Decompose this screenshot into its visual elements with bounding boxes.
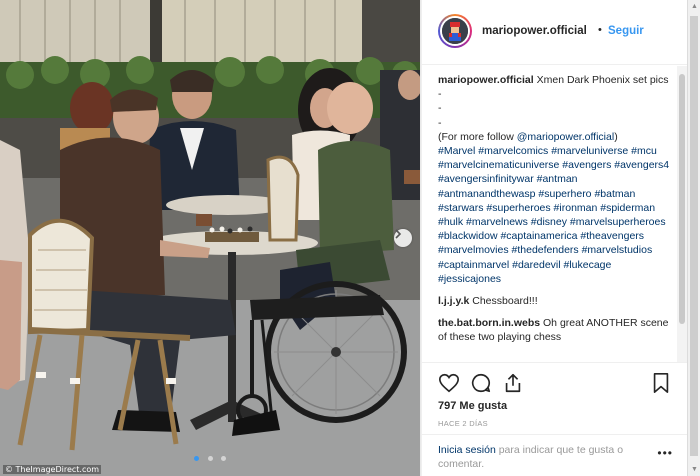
chevron-right-icon xyxy=(395,229,402,239)
comment-item: the.bat.born.in.webs Oh great ANOTHER sc… xyxy=(438,316,671,344)
photo-scene xyxy=(0,0,420,476)
caption-username-link[interactable]: mariopower.official xyxy=(438,74,534,86)
page-scrollbar-thumb[interactable] xyxy=(690,16,698,456)
post-caption: mariopower.official Xmen Dark Phoenix se… xyxy=(438,73,671,286)
comments-scrollbar[interactable] xyxy=(677,66,687,362)
post-viewer: © TheImageDirect.com mariopower.official… xyxy=(0,0,700,476)
caption-follow-note: (For more follow @mariopower.official) xyxy=(438,130,671,144)
comment-text: Chessboard!!! xyxy=(472,295,538,308)
header-separator: • xyxy=(598,24,602,36)
caption-dash: - xyxy=(438,116,442,129)
post-side-panel: mariopower.official • Seguir mariopower.… xyxy=(421,0,687,476)
comments-list[interactable]: mariopower.official Xmen Dark Phoenix se… xyxy=(422,65,687,361)
likes-count[interactable]: 797 Me gusta xyxy=(438,400,507,412)
page-scrollbar[interactable]: ▲ ▼ xyxy=(687,0,700,476)
next-photo-button[interactable] xyxy=(394,229,412,247)
carousel-dot xyxy=(207,456,213,461)
carousel-dot xyxy=(220,456,226,461)
share-icon[interactable] xyxy=(502,372,524,394)
caption-follow-suffix: ) xyxy=(614,130,618,143)
login-prompt: Inicia sesión para indicar que te gusta … xyxy=(422,434,687,476)
post-actions-bar xyxy=(422,362,687,403)
post-header: mariopower.official • Seguir xyxy=(422,0,687,65)
comment-icon[interactable] xyxy=(470,372,492,394)
scroll-up-arrow-icon[interactable]: ▲ xyxy=(688,0,700,13)
heart-icon[interactable] xyxy=(438,372,460,394)
carousel-dot-active xyxy=(194,456,200,461)
header-username-link[interactable]: mariopower.official xyxy=(482,25,587,37)
follow-button[interactable]: Seguir xyxy=(608,25,644,37)
comment-item: l.j.j.y.k Chessboard!!! xyxy=(438,294,671,308)
comment-username-link[interactable]: the.bat.born.in.webs xyxy=(438,317,540,329)
caption-follow-prefix: (For more follow xyxy=(438,130,517,143)
caption-mention-link[interactable]: @mariopower.official xyxy=(517,131,614,143)
caption-dash: - xyxy=(438,102,442,115)
caption-dash: - xyxy=(438,88,442,101)
avatar-character-icon xyxy=(442,18,468,44)
avatar-image xyxy=(442,18,468,44)
login-link[interactable]: Inicia sesión xyxy=(438,444,496,456)
bookmark-icon[interactable] xyxy=(650,372,672,394)
scroll-down-arrow-icon[interactable]: ▼ xyxy=(688,463,700,476)
comment-username-link[interactable]: l.j.j.y.k xyxy=(438,295,469,307)
avatar[interactable] xyxy=(438,14,472,48)
more-options-button[interactable]: ••• xyxy=(657,446,673,460)
comments-scrollbar-thumb[interactable] xyxy=(679,74,685,324)
caption-hashtags[interactable]: #Marvel #marvelcomics #marveluniverse #m… xyxy=(438,144,671,286)
avatar-ring xyxy=(440,16,470,46)
carousel-dots xyxy=(0,448,420,466)
caption-text: Xmen Dark Phoenix set pics xyxy=(536,74,669,86)
post-photo[interactable]: © TheImageDirect.com xyxy=(0,0,420,476)
photo-watermark: © TheImageDirect.com xyxy=(3,465,102,474)
post-date: HACE 2 DÍAS xyxy=(438,419,488,428)
